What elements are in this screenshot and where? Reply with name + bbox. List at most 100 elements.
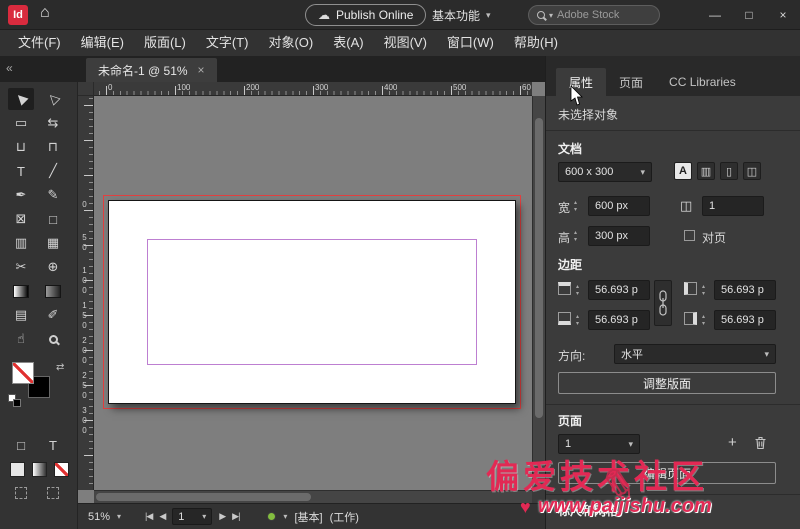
stepper-up-icon[interactable]: ▴ <box>702 314 705 320</box>
pen-tool[interactable]: ✒ <box>8 184 34 206</box>
pencil-tool[interactable]: ✎ <box>40 184 66 206</box>
zoom-level[interactable]: 51% <box>88 511 110 523</box>
apply-none-button[interactable] <box>48 458 74 480</box>
content-collector-tool[interactable]: ⊔ <box>8 136 34 158</box>
menu-view[interactable]: 视图(V) <box>374 30 437 56</box>
page-count-input[interactable]: 1 <box>702 196 764 216</box>
first-page-button[interactable]: |◀ <box>145 511 152 522</box>
gradient-swatch-tool[interactable] <box>8 280 34 302</box>
stepper-up-icon[interactable]: ▴ <box>574 230 577 236</box>
height-input[interactable]: 300 px <box>588 226 650 246</box>
fill-color-swatch[interactable] <box>12 362 34 384</box>
add-page-icon[interactable]: + <box>728 434 737 451</box>
line-tool[interactable]: ╱ <box>40 160 66 182</box>
margin-top-input[interactable]: 56.693 p <box>588 280 650 300</box>
collapse-panels-icon[interactable]: « <box>6 61 13 75</box>
view-mode-button[interactable] <box>8 482 34 504</box>
adjust-layout-button[interactable]: 调整版面 <box>558 372 776 394</box>
horizontal-grid-tool[interactable]: ▥ <box>8 232 34 254</box>
direction-dropdown[interactable]: 水平 ▾ <box>614 344 776 364</box>
vertical-scrollbar-thumb[interactable] <box>535 118 543 418</box>
stepper-up-icon[interactable]: ▴ <box>702 284 705 290</box>
stepper-up-icon[interactable]: ▴ <box>574 200 577 206</box>
horizontal-scrollbar[interactable] <box>94 490 532 503</box>
document-canvas[interactable]: 0 100 200 300 400 500 60 0 50 100 150 20… <box>78 82 545 503</box>
preset-portrait-button[interactable]: A <box>674 162 692 180</box>
formatting-affects-container-button[interactable]: □ <box>8 434 34 456</box>
margin-top-stepper[interactable]: ▴▾ <box>576 284 579 297</box>
tab-cc-libraries[interactable]: CC Libraries <box>656 68 749 96</box>
note-tool[interactable]: ▤ <box>8 304 34 326</box>
margin-inside-stepper[interactable]: ▴▾ <box>702 284 705 297</box>
indesign-logo[interactable]: Id <box>8 5 28 25</box>
document-tab-close-icon[interactable]: × <box>198 63 205 77</box>
vertical-grid-tool[interactable]: ▦ <box>40 232 66 254</box>
hand-tool[interactable]: ☝ <box>8 328 34 350</box>
width-stepper[interactable]: ▴▾ <box>574 200 577 213</box>
stepper-up-icon[interactable]: ▴ <box>576 314 579 320</box>
stepper-down-icon[interactable]: ▾ <box>702 291 705 297</box>
horizontal-ruler[interactable]: 0 100 200 300 400 500 60 <box>94 82 532 96</box>
maximize-button[interactable]: □ <box>732 0 766 30</box>
next-page-button[interactable]: ▶ <box>219 511 225 522</box>
margin-outside-stepper[interactable]: ▴▾ <box>702 314 705 327</box>
gradient-feather-tool[interactable] <box>40 280 66 302</box>
delete-page-icon[interactable] <box>754 436 767 455</box>
width-input[interactable]: 600 px <box>588 196 650 216</box>
adobe-stock-search-input[interactable]: ▾ Adobe Stock <box>528 5 660 25</box>
preset-grid-button[interactable]: ▥ <box>697 162 715 180</box>
swap-fill-stroke-icon[interactable]: ⇄ <box>56 362 64 373</box>
preflight-chevron-icon[interactable]: ▾ <box>283 512 287 521</box>
zoom-chevron-icon[interactable]: ▾ <box>117 512 121 521</box>
publish-online-button[interactable]: ☁ Publish Online <box>305 4 426 26</box>
formatting-affects-text-button[interactable]: T <box>40 434 66 456</box>
edit-pages-button[interactable]: 编辑页面 <box>558 462 776 484</box>
workspace-switcher[interactable]: 基本功能 ▾ <box>432 0 491 30</box>
minimize-button[interactable]: — <box>698 0 732 30</box>
zoom-tool[interactable] <box>40 328 66 350</box>
margin-bottom-input[interactable]: 56.693 p <box>588 310 650 330</box>
content-placer-tool[interactable]: ⊓ <box>40 136 66 158</box>
rectangle-frame-tool[interactable]: ⊠ <box>8 208 34 230</box>
menu-layout[interactable]: 版面(L) <box>134 30 196 56</box>
margin-outside-input[interactable]: 56.693 p <box>714 310 776 330</box>
menu-file[interactable]: 文件(F) <box>8 30 71 56</box>
preflight-profile[interactable]: [基本] <box>294 509 322 525</box>
rectangle-tool[interactable]: □ <box>40 208 66 230</box>
menu-object[interactable]: 对象(O) <box>258 30 323 56</box>
horizontal-scrollbar-thumb[interactable] <box>96 493 311 501</box>
close-button[interactable]: × <box>766 0 800 30</box>
margin-inside-input[interactable]: 56.693 p <box>714 280 776 300</box>
stepper-up-icon[interactable]: ▴ <box>576 284 579 290</box>
height-stepper[interactable]: ▴▾ <box>574 230 577 243</box>
menu-type[interactable]: 文字(T) <box>196 30 259 56</box>
default-stroke-icon[interactable] <box>13 399 21 407</box>
preset-mobile-button[interactable]: ▯ <box>720 162 738 180</box>
current-page-dropdown[interactable]: 1 ▾ <box>558 434 640 454</box>
facing-pages-checkbox[interactable] <box>684 230 695 241</box>
document-tab[interactable]: 未命名-1 @ 51% × <box>86 58 217 82</box>
home-icon[interactable]: ⌂ <box>40 4 50 22</box>
direct-selection-tool[interactable]: ▷ <box>40 88 66 110</box>
menu-table[interactable]: 表(A) <box>323 30 373 56</box>
stepper-down-icon[interactable]: ▾ <box>576 291 579 297</box>
page-tool[interactable]: ▭ <box>8 112 34 134</box>
menu-edit[interactable]: 编辑(E) <box>71 30 134 56</box>
stepper-down-icon[interactable]: ▾ <box>574 237 577 243</box>
free-transform-tool[interactable]: ⊕ <box>40 256 66 278</box>
page-number-field[interactable]: 1 ▾ <box>172 508 212 525</box>
last-page-button[interactable]: ▶| <box>232 511 239 522</box>
selection-tool[interactable]: ▶ <box>8 88 34 110</box>
ruler-origin-corner[interactable] <box>78 82 94 96</box>
preflight-status-icon[interactable] <box>267 512 276 521</box>
stepper-down-icon[interactable]: ▾ <box>574 207 577 213</box>
type-tool[interactable]: T <box>8 160 34 182</box>
margin-bottom-stepper[interactable]: ▴▾ <box>576 314 579 327</box>
menu-help[interactable]: 帮助(H) <box>504 30 568 56</box>
page-size-dropdown[interactable]: 600 x 300 ▾ <box>558 162 652 182</box>
previous-page-button[interactable]: ◀ <box>159 511 165 522</box>
link-margins-button[interactable] <box>654 280 672 326</box>
vertical-scrollbar[interactable] <box>532 96 545 490</box>
vertical-ruler[interactable]: 0 50 100 150 200 250 300 <box>78 96 94 490</box>
eyedropper-tool[interactable]: ✐ <box>40 304 66 326</box>
